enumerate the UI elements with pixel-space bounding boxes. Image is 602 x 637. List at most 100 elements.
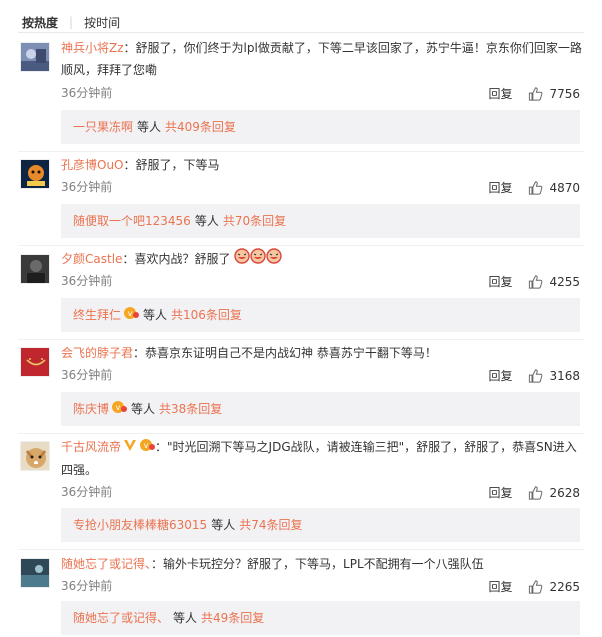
avatar[interactable]: [20, 254, 50, 284]
reply-count-link[interactable]: 共70条回复: [223, 214, 286, 228]
verified-v-icon: [123, 437, 137, 459]
reply-summary[interactable]: 随她忘了或记得、 等人 共49条回复: [61, 601, 580, 635]
like-count: 4870: [549, 180, 580, 195]
comment-content: 夕颜Castle：喜欢内战？舒服了: [61, 248, 584, 271]
avatar[interactable]: [20, 558, 50, 588]
like-button[interactable]: 7756: [528, 87, 580, 101]
sort-separator: |: [69, 15, 74, 29]
reply-username[interactable]: 陈庆博: [73, 402, 109, 416]
reply-summary[interactable]: 随便取一个吧123456 等人 共70条回复: [61, 204, 580, 238]
comment-text: 恭喜京东证明自己不是内战幻神 恭喜苏宁干翻下等马！: [145, 346, 437, 360]
avatar[interactable]: [20, 347, 50, 377]
comment-actions: 回复 2265: [488, 578, 580, 595]
reply-button[interactable]: 回复: [488, 367, 512, 384]
reply-meta: 等人: [137, 120, 162, 134]
reply-button[interactable]: 回复: [488, 484, 512, 501]
comment-actions: 回复 2628: [488, 484, 580, 501]
vip-badge-icon: v: [123, 299, 140, 333]
comment-text: 舒服了，下等马: [135, 158, 220, 172]
comment-username[interactable]: 神兵小将Zz: [61, 41, 124, 55]
header-divider: [18, 32, 584, 33]
reply-username[interactable]: 随她忘了或记得、: [73, 611, 169, 625]
like-count: 7756: [549, 86, 580, 101]
thumbs-up-icon: [529, 485, 543, 500]
comment-divider: [18, 151, 584, 152]
comment-text: 输外卡玩控分？舒服了，下等马，LPL不配拥有一个八强队伍: [163, 557, 484, 571]
comment-content: 会飞的脖子君：恭喜京东证明自己不是内战幻神 恭喜苏宁干翻下等马！: [61, 346, 437, 360]
comment-actions: 回复 3168: [488, 367, 580, 384]
comment-time: 36分钟前: [61, 368, 113, 382]
thumbs-up-icon: [529, 579, 543, 594]
comment-divider: [18, 549, 584, 550]
sort-by-hot-tab[interactable]: 按热度: [22, 14, 58, 31]
comment-content: 千古风流帝 v ："时光回溯下等马之JDG战队，请被连输三把"，舒服了，舒服了，恭喜…: [61, 436, 584, 481]
comment-actions: 回复 4255: [488, 273, 580, 290]
comment-time: 36分钟前: [61, 274, 113, 288]
reply-count-link[interactable]: 共106条回复: [171, 308, 242, 322]
thumbs-up-icon: [529, 86, 543, 101]
comment-content: 孔彦博OuO：舒服了，下等马: [61, 158, 220, 172]
reply-meta: 等人: [143, 308, 168, 322]
laughing-face-icon: [234, 248, 250, 271]
reply-summary[interactable]: 专抢小朋友棒棒糖63015 等人 共74条回复: [61, 508, 580, 542]
comment-time: 36分钟前: [61, 579, 113, 593]
reply-count-link[interactable]: 共49条回复: [201, 611, 264, 625]
reply-meta: 等人: [211, 518, 236, 532]
vip-badge-icon: v: [139, 437, 156, 459]
like-count: 2265: [549, 579, 580, 594]
comment-time: 36分钟前: [61, 485, 113, 499]
like-count: 2628: [549, 485, 580, 500]
reply-summary[interactable]: 一只果冻啊 等人 共409条回复: [61, 110, 580, 144]
like-button[interactable]: 2265: [528, 580, 580, 594]
laughing-face-icon: [266, 248, 282, 271]
like-button[interactable]: 4870: [528, 181, 580, 195]
comment-time: 36分钟前: [61, 180, 113, 194]
comment-divider: [18, 433, 584, 434]
reply-summary[interactable]: 陈庆博 v 等人 共38条回复: [61, 392, 580, 426]
reply-button[interactable]: 回复: [488, 179, 512, 196]
like-count: 4255: [549, 274, 580, 289]
vip-badge-icon: v: [111, 393, 128, 427]
comment-text: 喜欢内战？舒服了: [134, 252, 231, 266]
sort-by-time-tab[interactable]: 按时间: [84, 14, 120, 31]
reply-count-link[interactable]: 共38条回复: [159, 402, 222, 416]
reply-count-link[interactable]: 共409条回复: [165, 120, 236, 134]
reply-username[interactable]: 一只果冻啊: [73, 120, 133, 134]
reply-meta: 等人: [194, 214, 219, 228]
avatar[interactable]: [20, 159, 50, 189]
like-count: 3168: [549, 368, 580, 383]
like-button[interactable]: 4255: [528, 275, 580, 289]
comment-content: 神兵小将Zz：舒服了，你们终于为lpl做贡献了，下等二早该回家了，苏宁牛逼！京东…: [61, 41, 582, 77]
comment-username[interactable]: 千古风流帝: [61, 440, 121, 454]
comment-actions: 回复 4870: [488, 179, 580, 196]
reply-username[interactable]: 专抢小朋友棒棒糖63015: [73, 518, 207, 532]
like-button[interactable]: 3168: [528, 369, 580, 383]
reply-button[interactable]: 回复: [488, 273, 512, 290]
comment-divider: [18, 339, 584, 340]
thumbs-up-icon: [529, 180, 543, 195]
reply-meta: 等人: [131, 402, 156, 416]
reply-count-link[interactable]: 共74条回复: [239, 518, 302, 532]
thumbs-up-icon: [529, 274, 543, 289]
svg-text:v: v: [144, 441, 149, 450]
sort-bar: 按热度 | 按时间: [22, 12, 120, 32]
comment-username[interactable]: 随她忘了或记得、: [61, 557, 151, 571]
comment-divider: [18, 245, 584, 246]
reply-meta: 等人: [173, 611, 198, 625]
like-button[interactable]: 2628: [528, 486, 580, 500]
reply-username[interactable]: 随便取一个吧123456: [73, 214, 191, 228]
laughing-face-icon: [250, 248, 266, 271]
reply-username[interactable]: 终生拜仁: [73, 308, 121, 322]
comment-username[interactable]: 会飞的脖子君: [61, 346, 133, 360]
reply-button[interactable]: 回复: [488, 85, 512, 102]
comment-username[interactable]: 夕颜Castle: [61, 252, 122, 266]
comment-username[interactable]: 孔彦博OuO: [61, 158, 124, 172]
svg-text:v: v: [128, 309, 133, 318]
avatar[interactable]: [20, 441, 50, 471]
reply-button[interactable]: 回复: [488, 578, 512, 595]
comment-time: 36分钟前: [61, 86, 113, 100]
svg-text:v: v: [116, 403, 121, 412]
comment-actions: 回复 7756: [488, 85, 580, 102]
reply-summary[interactable]: 终生拜仁 v 等人 共106条回复: [61, 298, 580, 332]
avatar[interactable]: [20, 42, 50, 72]
